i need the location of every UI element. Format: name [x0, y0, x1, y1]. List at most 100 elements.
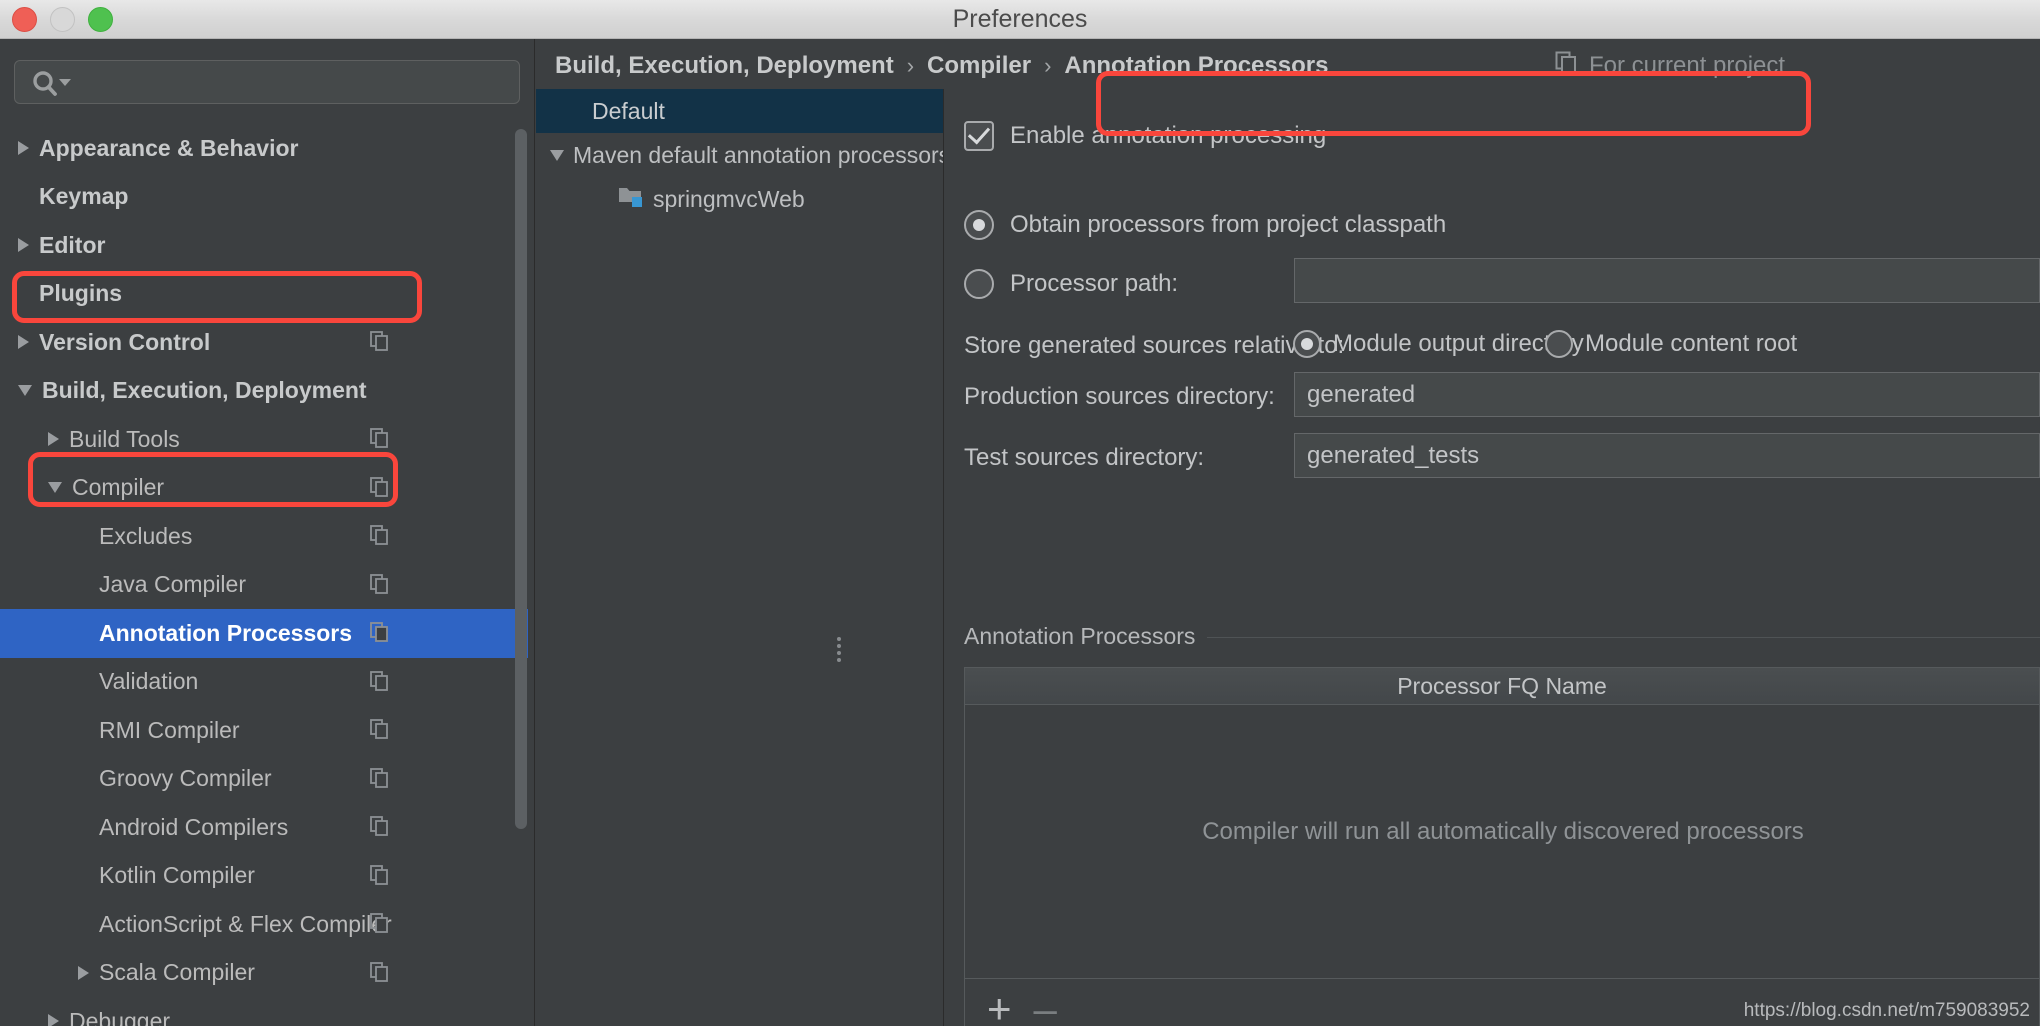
copy-settings-icon[interactable]	[370, 961, 390, 984]
chevron-right-icon[interactable]	[48, 432, 59, 447]
sidebar-item-label: Build Tools	[69, 425, 180, 452]
annotation-processors-table: Processor FQ Name Compiler will run all …	[964, 667, 2040, 1026]
breadcrumb-separator: ›	[906, 53, 915, 78]
processor-fq-name-column-header: Processor FQ Name	[965, 668, 2039, 705]
profile-row-default[interactable]: Default	[536, 89, 943, 133]
production-sources-directory-label: Production sources directory:	[964, 383, 1275, 410]
chevron-right-icon[interactable]	[18, 238, 29, 253]
remove-processor-button[interactable]: –	[1034, 987, 1057, 1026]
copy-settings-icon[interactable]	[370, 331, 390, 353]
sidebar-item-plugins[interactable]: Plugins	[0, 270, 528, 319]
chevron-down-icon[interactable]	[550, 149, 564, 161]
profile-row-maven-default-annotation-processors-profile[interactable]: Maven default annotation processors prof…	[536, 133, 943, 177]
sidebar-item-build-tools[interactable]: Build Tools	[0, 415, 528, 464]
sidebar-item-appearance-behavior[interactable]: Appearance & Behavior	[0, 124, 528, 173]
copy-settings-icon[interactable]	[370, 573, 390, 596]
chevron-right-icon[interactable]	[78, 965, 89, 980]
sidebar-item-label: ActionScript & Flex Compiler	[99, 910, 392, 937]
window-titlebar: Preferences	[0, 0, 2040, 39]
obtain-from-classpath-radio[interactable]	[964, 210, 994, 240]
store-module-output-directory-row[interactable]: Module output directory	[1293, 330, 1584, 358]
add-processor-button[interactable]: +	[987, 987, 1012, 1026]
copy-settings-icon[interactable]	[370, 913, 390, 935]
check-tick-icon	[967, 121, 991, 145]
store-module-content-root-radio[interactable]	[1545, 330, 1573, 358]
store-module-output-directory-radio[interactable]	[1293, 330, 1321, 358]
sidebar-item-validation[interactable]: Validation	[0, 658, 528, 707]
profiles-panel: Default Maven default annotation processo…	[536, 89, 944, 1026]
obtain-from-classpath-row[interactable]: Obtain processors from project classpath	[964, 210, 1446, 240]
sidebar-item-debugger[interactable]: Debugger	[0, 997, 528, 1026]
sidebar-item-scala-compiler[interactable]: Scala Compiler	[0, 949, 528, 998]
sidebar-item-editor[interactable]: Editor	[0, 221, 528, 270]
for-current-project-label: For current project	[1555, 46, 1785, 86]
module-copy-icon	[1555, 51, 1579, 82]
profile-row-label: Default	[592, 97, 665, 124]
search-input[interactable]	[81, 61, 515, 105]
settings-sidebar: Appearance & Behavior Keymap Editor Plugins…	[0, 39, 535, 1026]
sidebar-item-groovy-compiler[interactable]: Groovy Compiler	[0, 755, 528, 804]
breadcrumb-part-2: Annotation Processors	[1064, 52, 1329, 79]
breadcrumb: Build, Execution, Deployment › Compiler › An…	[555, 46, 1328, 86]
sidebar-item-android-compilers[interactable]: Android Compilers	[0, 803, 528, 852]
enable-annotation-processing-checkbox[interactable]	[964, 121, 994, 151]
sidebar-scrollbar-thumb[interactable]	[515, 129, 527, 829]
store-module-content-root-row[interactable]: Module content root	[1545, 330, 1797, 358]
copy-settings-icon[interactable]	[370, 525, 390, 547]
copy-settings-icon[interactable]	[370, 428, 390, 450]
annotation-processors-group-title: Annotation Processors	[964, 623, 1208, 650]
chevron-down-icon[interactable]	[18, 385, 32, 397]
preferences-dialog: Appearance & Behavior Keymap Editor Plugins…	[0, 39, 2040, 1026]
copy-settings-icon[interactable]	[370, 622, 390, 644]
sidebar-item-build-execution-deployment[interactable]: Build, Execution, Deployment	[0, 367, 528, 416]
sidebar-scrollbar-track[interactable]	[515, 124, 527, 1014]
sidebar-item-label: Java Compiler	[99, 571, 246, 598]
copy-settings-icon[interactable]	[370, 864, 390, 887]
sidebar-item-excludes[interactable]: Excludes	[0, 512, 528, 561]
production-sources-directory-input[interactable]: generated	[1294, 372, 2040, 417]
processor-path-input[interactable]	[1294, 258, 2040, 303]
breadcrumb-part-1[interactable]: Compiler	[927, 52, 1031, 80]
sidebar-item-java-compiler[interactable]: Java Compiler	[0, 561, 528, 610]
profile-row-springmvcweb[interactable]: springmvcWeb	[536, 177, 943, 221]
enable-annotation-processing-row[interactable]: Enable annotation processing	[964, 121, 1326, 151]
store-module-content-root-label: Module content root	[1585, 330, 1798, 357]
processor-path-row[interactable]: Processor path:	[964, 269, 1178, 299]
sidebar-item-compiler[interactable]: Compiler	[0, 464, 528, 513]
sidebar-item-label: Kotlin Compiler	[99, 862, 255, 889]
copy-settings-icon[interactable]	[370, 719, 390, 741]
settings-content: Build, Execution, Deployment › Compiler › An…	[535, 39, 2040, 1026]
breadcrumb-separator: ›	[1044, 53, 1052, 78]
test-sources-directory-input[interactable]: generated_tests	[1294, 433, 2040, 478]
sidebar-item-keymap[interactable]: Keymap	[0, 173, 528, 222]
sidebar-item-rmi-compiler[interactable]: RMI Compiler	[0, 706, 528, 755]
settings-tree: Appearance & Behavior Keymap Editor Plugins…	[0, 124, 528, 1026]
annotation-processor-settings: Enable annotation processing Obtain proc…	[944, 89, 2040, 1026]
sidebar-item-actionscript-flex-compiler[interactable]: ActionScript & Flex Compiler	[0, 900, 528, 949]
chevron-right-icon[interactable]	[48, 1014, 59, 1026]
processor-path-radio[interactable]	[964, 269, 994, 299]
sidebar-item-annotation-processors[interactable]: Annotation Processors	[0, 609, 528, 658]
copy-settings-icon[interactable]	[370, 767, 390, 790]
sidebar-item-label: Excludes	[99, 522, 193, 549]
panel-splitter-handle[interactable]	[833, 634, 845, 668]
sidebar-item-label: Version Control	[39, 328, 211, 355]
copy-settings-icon[interactable]	[370, 476, 390, 499]
sidebar-item-label: Plugins	[39, 280, 123, 307]
breadcrumb-part-0[interactable]: Build, Execution, Deployment	[555, 52, 894, 80]
chevron-right-icon[interactable]	[18, 141, 29, 156]
sidebar-item-version-control[interactable]: Version Control	[0, 318, 528, 367]
chevron-right-icon[interactable]	[18, 335, 29, 350]
chevron-down-icon[interactable]	[48, 482, 62, 494]
copy-settings-icon[interactable]	[370, 816, 390, 838]
window-title: Preferences	[952, 5, 1088, 33]
sidebar-item-kotlin-compiler[interactable]: Kotlin Compiler	[0, 852, 528, 901]
copy-settings-icon[interactable]	[370, 670, 390, 693]
search-box[interactable]	[14, 60, 520, 105]
